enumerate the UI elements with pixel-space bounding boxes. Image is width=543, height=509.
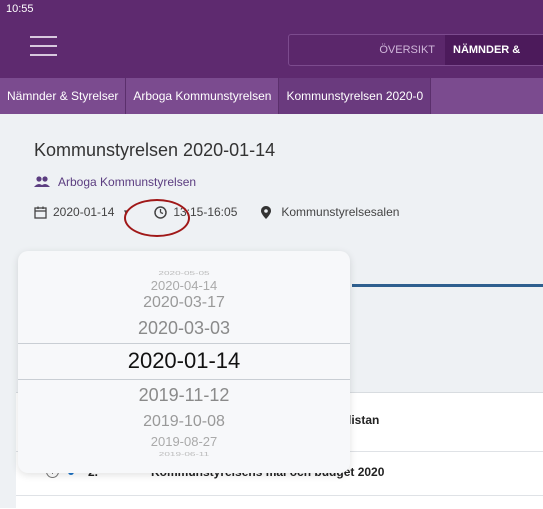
- meeting-meta: 2020-01-14 ▼ 13:15-16:05 Kommunstyrelses…: [34, 205, 399, 219]
- calendar-icon: [34, 206, 47, 219]
- breadcrumb: Nämnder & Styrelser Arboga Kommunstyrels…: [0, 78, 543, 114]
- people-icon: [34, 176, 50, 187]
- page-title: Kommunstyrelsen 2020-01-14: [34, 140, 276, 160]
- breadcrumb-item-kommunstyrelsen[interactable]: Arboga Kommunstyrelsen: [126, 78, 280, 114]
- location-pin-icon: [261, 205, 272, 219]
- breadcrumb-item-namnder[interactable]: Nämnder & Styrelser: [0, 78, 127, 114]
- picker-option-selected[interactable]: 2020-01-14: [18, 348, 350, 374]
- menu-icon[interactable]: [30, 36, 57, 56]
- picker-option[interactable]: 2019-06-11: [18, 452, 350, 458]
- breadcrumb-item-meeting[interactable]: Kommunstyrelsen 2020-0: [279, 78, 432, 114]
- annotation-circle: [124, 199, 190, 237]
- tab-namnder[interactable]: NÄMNDER &: [445, 35, 543, 65]
- organization-link[interactable]: Arboga Kommunstyrelsen: [58, 175, 196, 189]
- top-bar: 10:55 ÖVERSIKT NÄMNDER &: [0, 0, 543, 78]
- picker-option[interactable]: 2020-05-05: [18, 271, 350, 277]
- date-picker[interactable]: 2020-05-05 2020-04-14 2020-03-17 2020-03…: [18, 251, 350, 473]
- picker-option[interactable]: 2019-11-12: [18, 385, 350, 406]
- meeting-date[interactable]: 2020-01-14: [53, 205, 114, 219]
- organization-row: Arboga Kommunstyrelsen: [34, 175, 196, 189]
- picker-option[interactable]: 2020-03-03: [18, 318, 350, 339]
- picker-option[interactable]: 2020-04-14: [18, 278, 350, 293]
- picker-separator: [18, 343, 350, 344]
- view-toggle: ÖVERSIKT NÄMNDER &: [288, 34, 543, 66]
- picker-option[interactable]: 2019-10-08: [18, 413, 350, 431]
- picker-option[interactable]: 2019-08-27: [18, 434, 350, 449]
- picker-separator: [18, 379, 350, 380]
- meeting-location: Kommunstyrelsesalen: [281, 205, 400, 219]
- status-time: 10:55: [6, 3, 34, 15]
- picker-option[interactable]: 2020-03-17: [18, 294, 350, 312]
- progress-divider: [352, 284, 543, 287]
- tab-oversikt[interactable]: ÖVERSIKT: [289, 35, 445, 65]
